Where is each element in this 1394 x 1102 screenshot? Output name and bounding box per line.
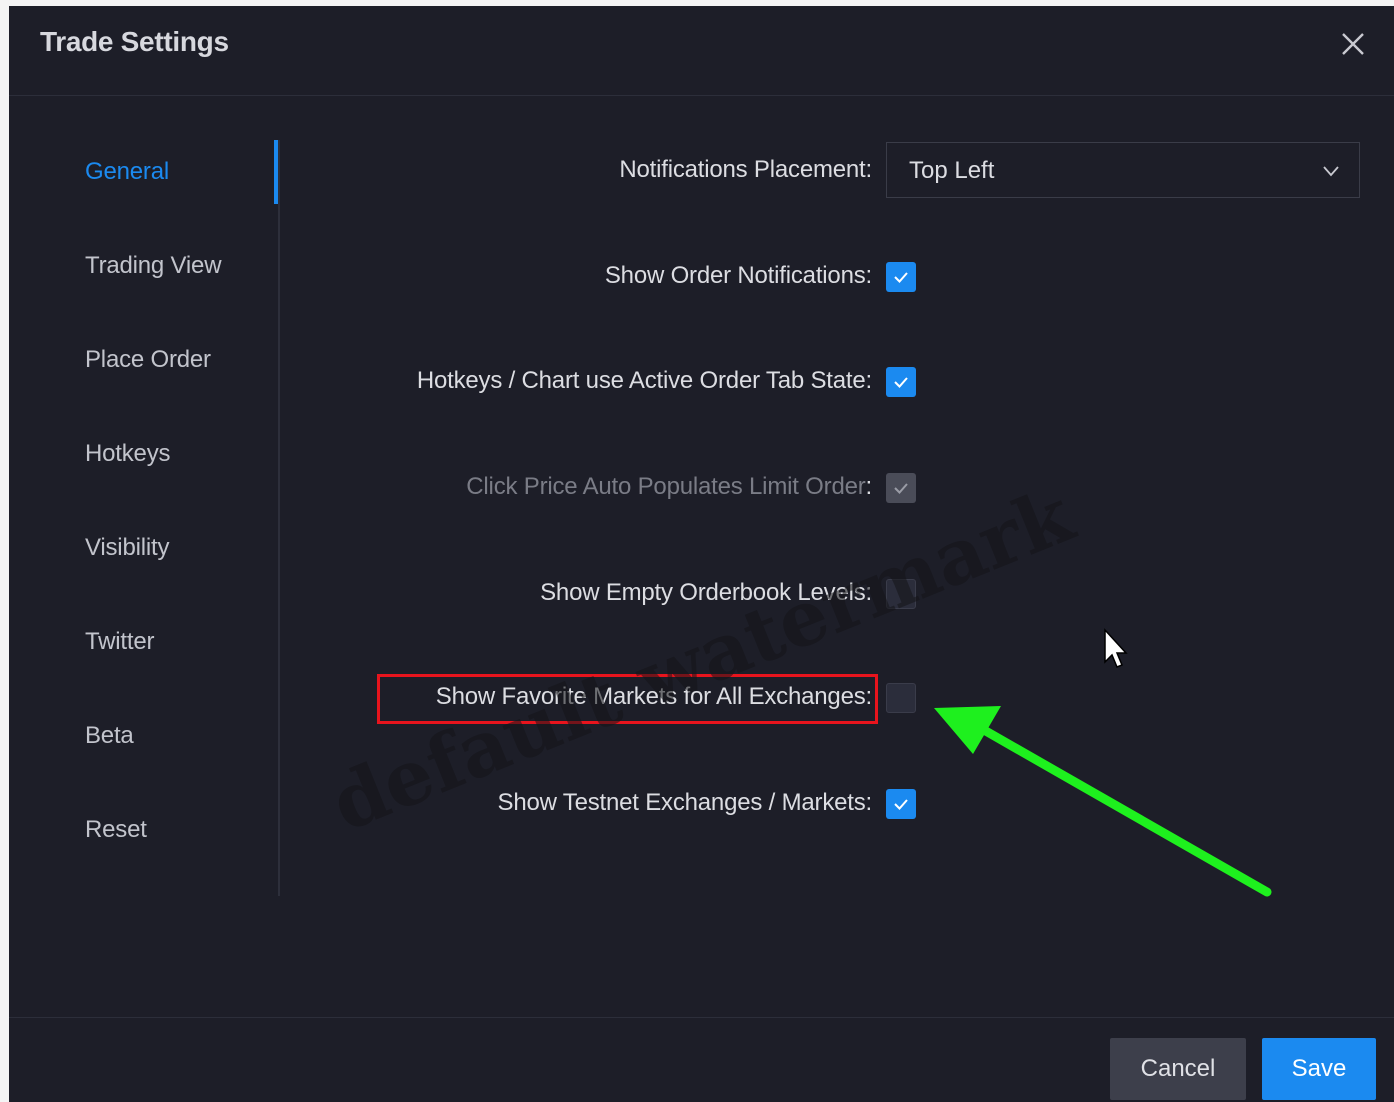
checkmark-icon [894,377,908,388]
setting-row-click-price-auto-populates: Click Price Auto Populates Limit Order: [9,468,1394,508]
notifications-placement-select[interactable]: Top Left [886,142,1360,198]
sidebar-item-twitter[interactable]: Twitter [85,628,154,656]
show-empty-orderbook-levels-checkbox[interactable] [886,579,916,609]
setting-label: Show Order Notifications: [604,262,872,289]
click-price-auto-populates-checkbox [886,473,916,503]
setting-row-show-testnet-exchanges: Show Testnet Exchanges / Markets: [9,784,1394,824]
sidebar-item-hotkeys[interactable]: Hotkeys [85,440,170,468]
notifications-placement-label: Notifications Placement: [619,156,872,183]
close-icon[interactable] [1337,28,1369,60]
setting-row-show-order-notifications: Show Order Notifications: [9,257,1394,297]
setting-label: Show Empty Orderbook Levels: [540,579,872,606]
dialog-header: Trade Settings [9,6,1394,96]
notifications-placement-value: Top Left [909,157,995,184]
trade-settings-dialog: Trade Settings General Trading View Plac… [9,6,1394,1102]
setting-label: Click Price Auto Populates Limit Order: [466,473,872,500]
mouse-cursor-icon [1104,628,1128,668]
setting-label: Show Favorite Markets for All Exchanges: [435,683,872,710]
save-button[interactable]: Save [1262,1038,1376,1100]
setting-label: Show Testnet Exchanges / Markets: [497,789,873,816]
cancel-button[interactable]: Cancel [1110,1038,1246,1100]
checkmark-icon [894,483,908,494]
chevron-down-icon [1321,161,1341,181]
show-testnet-exchanges-checkbox[interactable] [886,789,916,819]
sidebar-item-beta[interactable]: Beta [85,722,134,750]
show-order-notifications-checkbox[interactable] [886,262,916,292]
sidebar-item-visibility[interactable]: Visibility [85,534,169,562]
hotkeys-chart-active-tab-checkbox[interactable] [886,367,916,397]
checkmark-icon [894,272,908,283]
dialog-title: Trade Settings [40,26,229,57]
show-favorite-markets-checkbox[interactable] [886,683,916,713]
setting-row-show-empty-orderbook-levels: Show Empty Orderbook Levels: [9,574,1394,614]
setting-label: Hotkeys / Chart use Active Order Tab Sta… [416,367,872,394]
setting-row-hotkeys-chart-active-tab: Hotkeys / Chart use Active Order Tab Sta… [9,362,1394,402]
dialog-footer: Cancel Save [9,1017,1394,1102]
setting-row-show-favorite-markets: Show Favorite Markets for All Exchanges: [9,678,1394,718]
checkmark-icon [894,799,908,810]
